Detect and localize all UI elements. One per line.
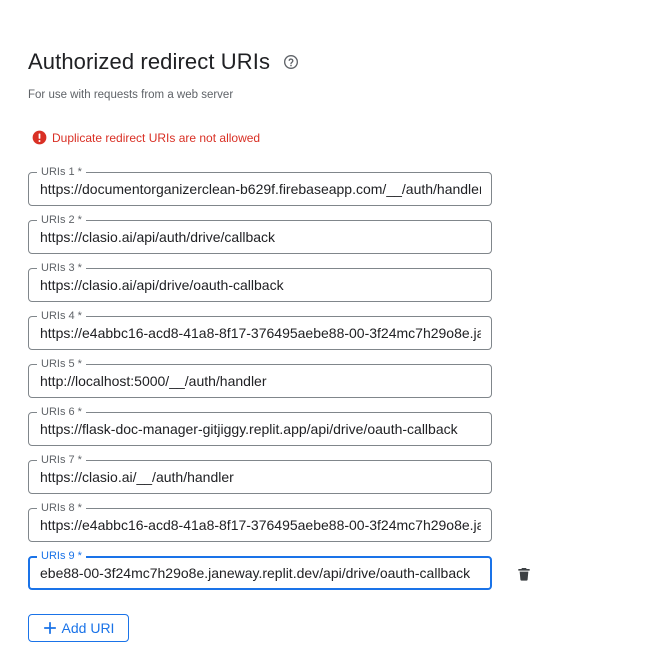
uri-field-3[interactable]: URIs 3 * https://clasio.ai/api/drive/oau…: [28, 262, 492, 302]
uri-input[interactable]: https://clasio.ai/api/auth/drive/callbac…: [40, 221, 481, 253]
trash-icon: [518, 568, 530, 581]
add-uri-button[interactable]: Add URI: [28, 614, 129, 642]
plus-icon: [43, 621, 57, 635]
section-subtitle: For use with requests from a web server: [28, 89, 234, 101]
delete-uri-button[interactable]: [512, 562, 536, 586]
uri-input-value: ebe88-00-3f24mc7h29o8e.janeway.replit.de…: [40, 565, 471, 581]
uri-input[interactable]: https://flask-doc-manager-gitjiggy.repli…: [40, 413, 481, 445]
uri-field-9[interactable]: URIs 9 * ebe88-00-3f24mc7h29o8e.janeway.…: [28, 550, 492, 590]
uri-input[interactable]: https://documentorganizerclean-b629f.fir…: [40, 173, 481, 205]
uri-field-1[interactable]: URIs 1 * https://documentorganizerclean-…: [28, 166, 492, 206]
error-message: Duplicate redirect URIs are not allowed: [32, 130, 260, 145]
uri-input[interactable]: https://clasio.ai/__/auth/handler: [40, 461, 481, 493]
uri-input[interactable]: https://e4abbc16-acd8-41a8-8f17-376495ae…: [40, 509, 481, 541]
uri-input[interactable]: http://localhost:5000/__/auth/handler: [40, 365, 481, 397]
uri-field-6[interactable]: URIs 6 * https://flask-doc-manager-gitji…: [28, 406, 492, 446]
uri-field-5[interactable]: URIs 5 * http://localhost:5000/__/auth/h…: [28, 358, 492, 398]
uri-input[interactable]: ebe88-00-3f24mc7h29o8e.janeway.replit.de…: [40, 558, 481, 588]
uri-field-4[interactable]: URIs 4 * https://e4abbc16-acd8-41a8-8f17…: [28, 310, 492, 350]
uri-input[interactable]: https://clasio.ai/api/drive/oauth-callba…: [40, 269, 481, 301]
help-circle-icon[interactable]: [282, 53, 300, 71]
section-header: Authorized redirect URIs: [28, 49, 300, 75]
error-icon: [32, 130, 47, 145]
uri-field-7[interactable]: URIs 7 * https://clasio.ai/__/auth/handl…: [28, 454, 492, 494]
uri-field-2[interactable]: URIs 2 * https://clasio.ai/api/auth/driv…: [28, 214, 492, 254]
uri-field-8[interactable]: URIs 8 * https://e4abbc16-acd8-41a8-8f17…: [28, 502, 492, 542]
uri-input[interactable]: https://e4abbc16-acd8-41a8-8f17-376495ae…: [40, 317, 481, 349]
add-uri-label: Add URI: [61, 620, 115, 636]
error-text: Duplicate redirect URIs are not allowed: [52, 130, 261, 145]
section-title: Authorized redirect URIs: [28, 49, 271, 74]
